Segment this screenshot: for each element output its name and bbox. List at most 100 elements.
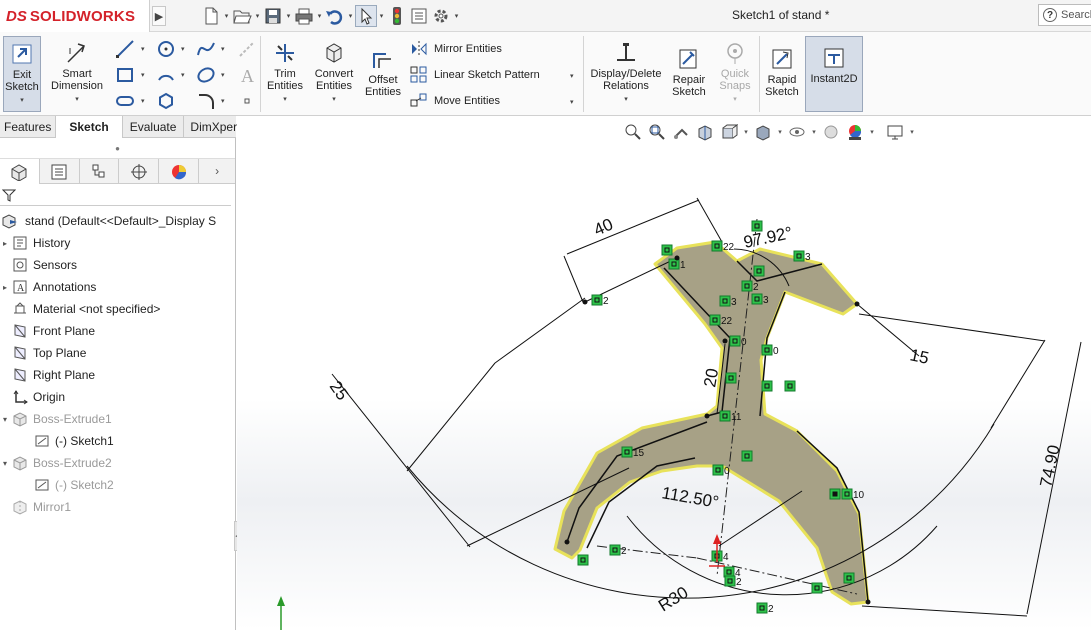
- sketch-point[interactable]: [582, 299, 588, 305]
- relation-marker[interactable]: [661, 244, 673, 256]
- relation-marker[interactable]: [741, 450, 753, 462]
- sketch-point[interactable]: [564, 539, 570, 545]
- expand-arrow-icon[interactable]: ▾: [0, 415, 10, 424]
- linear-sketch-pattern-button[interactable]: Linear Sketch Pattern: [410, 65, 540, 85]
- rapid-sketch-button[interactable]: Rapid Sketch: [762, 44, 802, 112]
- relation-marker[interactable]: [761, 380, 773, 392]
- relation-marker[interactable]: 11: [719, 410, 742, 423]
- expand-arrow-icon[interactable]: ▸: [0, 283, 10, 292]
- tree-item-material-not-specified[interactable]: Material <not specified>: [0, 298, 235, 320]
- sketch-point[interactable]: [704, 413, 710, 419]
- repair-sketch-button[interactable]: Repair Sketch: [668, 44, 710, 112]
- spline-dropdown-icon[interactable]: ▾: [221, 45, 225, 53]
- relation-marker[interactable]: [725, 372, 737, 384]
- tree-item-top-plane[interactable]: Top Plane: [0, 342, 235, 364]
- sketch-point[interactable]: [854, 301, 860, 307]
- dimension-97-92-degrees[interactable]: 97.92°: [742, 223, 794, 252]
- relation-marker[interactable]: [843, 572, 855, 584]
- tree-filter[interactable]: [0, 184, 231, 206]
- polygon-icon[interactable]: [153, 90, 179, 112]
- display-manager-tab-icon[interactable]: [159, 159, 200, 184]
- tree-item-front-plane[interactable]: Front Plane: [0, 320, 235, 342]
- quick-snaps-button[interactable]: Quick Snaps ▾: [714, 38, 756, 112]
- print-dropdown-icon[interactable]: ▾: [315, 12, 324, 20]
- relation-marker[interactable]: 2: [741, 280, 759, 293]
- offset-entities-button[interactable]: Offset Entities: [360, 44, 406, 112]
- circle-dropdown-icon[interactable]: ▾: [181, 45, 185, 53]
- filter-icon[interactable]: [2, 188, 16, 202]
- panel-tabs-next-icon[interactable]: ›: [199, 159, 235, 183]
- solidworks-logo[interactable]: DS SOLIDWORKS: [0, 0, 150, 32]
- save-icon[interactable]: [262, 5, 284, 27]
- smart-dimension-dropdown-icon[interactable]: ▾: [75, 94, 79, 106]
- tab-sketch[interactable]: Sketch: [56, 116, 123, 138]
- exit-sketch-button[interactable]: Exit Sketch ▾: [3, 36, 41, 112]
- tree-item-boss-extrude1[interactable]: ▾ Boss-Extrude1: [0, 408, 235, 430]
- quick-snaps-dropdown-icon[interactable]: ▾: [733, 94, 737, 106]
- tree-item-origin[interactable]: Origin: [0, 386, 235, 408]
- convert-dropdown-icon[interactable]: ▾: [332, 94, 336, 106]
- options-dropdown-icon[interactable]: ▾: [452, 12, 461, 20]
- help-icon[interactable]: ?: [1043, 8, 1057, 22]
- select-dropdown-icon[interactable]: ▾: [377, 12, 386, 20]
- relation-marker[interactable]: [577, 554, 589, 566]
- ellipse-dropdown-icon[interactable]: ▾: [221, 71, 225, 79]
- tree-item-history[interactable]: ▸ History: [0, 232, 235, 254]
- instant2d-button[interactable]: Instant2D: [805, 36, 863, 112]
- convert-entities-button[interactable]: Convert Entities ▾: [310, 36, 358, 112]
- relation-marker[interactable]: 2: [756, 602, 774, 615]
- tree-item-boss-extrude2[interactable]: ▾ Boss-Extrude2: [0, 452, 235, 474]
- slot-icon[interactable]: [112, 90, 138, 112]
- arc-dropdown-icon[interactable]: ▾: [181, 71, 185, 79]
- relation-marker[interactable]: 22: [711, 240, 735, 253]
- sketch-point[interactable]: [865, 599, 871, 605]
- tree-item-sensors[interactable]: Sensors: [0, 254, 235, 276]
- dimension-r30[interactable]: R30: [655, 583, 692, 616]
- undo-dropdown-icon[interactable]: ▾: [346, 12, 355, 20]
- smart-dimension-button[interactable]: Smart Dimension ▾: [46, 36, 108, 112]
- move-entities-button[interactable]: Move Entities: [410, 91, 500, 111]
- relation-marker[interactable]: 3: [793, 250, 811, 263]
- tree-item-right-plane[interactable]: Right Plane: [0, 364, 235, 386]
- fillet-dropdown-icon[interactable]: ▾: [221, 97, 225, 105]
- tree-item-annotations[interactable]: ▸ A Annotations: [0, 276, 235, 298]
- relation-marker[interactable]: 0: [761, 344, 779, 357]
- arc-icon[interactable]: [153, 64, 179, 86]
- fillet-icon[interactable]: [193, 90, 219, 112]
- rebuild-icon[interactable]: [386, 5, 408, 27]
- relation-marker[interactable]: [811, 582, 823, 594]
- relation-marker[interactable]: 22: [709, 314, 733, 327]
- tree-item-sketch1[interactable]: (-) Sketch1: [0, 430, 235, 452]
- graphics-area[interactable]: ▾ ▾ ▾ ▾ ▾ 12322323220011150111022442: [237, 116, 1091, 630]
- mirror-entities-button[interactable]: Mirror Entities: [410, 39, 502, 59]
- dimension-20[interactable]: 20: [700, 367, 722, 389]
- search-box[interactable]: ? Search: [1038, 4, 1091, 26]
- ellipse-icon[interactable]: [193, 64, 219, 86]
- new-dropdown-icon[interactable]: ▾: [222, 12, 231, 20]
- trim-dropdown-icon[interactable]: ▾: [283, 94, 287, 106]
- sketch-point[interactable]: [832, 491, 838, 497]
- options-icon[interactable]: [430, 5, 452, 27]
- expand-arrow-icon[interactable]: ▸: [0, 239, 10, 248]
- rectangle-dropdown-icon[interactable]: ▾: [141, 71, 145, 79]
- dimension-112-50-degrees[interactable]: 112.50°: [660, 483, 720, 512]
- relation-marker[interactable]: 10: [841, 488, 865, 501]
- linear-pattern-dropdown-icon[interactable]: ▾: [570, 72, 574, 80]
- dimxpert-manager-tab-icon[interactable]: [119, 159, 160, 184]
- display-delete-relations-button[interactable]: Display/Delete Relations ▾: [586, 38, 666, 112]
- line-dropdown-icon[interactable]: ▾: [141, 45, 145, 53]
- configuration-manager-tab-icon[interactable]: [80, 159, 120, 184]
- relation-marker[interactable]: 0: [729, 335, 747, 348]
- text-icon[interactable]: A: [234, 64, 260, 86]
- file-properties-icon[interactable]: [408, 5, 430, 27]
- dimension-74-90[interactable]: 74.90: [1036, 443, 1063, 489]
- open-dropdown-icon[interactable]: ▾: [253, 12, 262, 20]
- relation-marker[interactable]: 15: [621, 446, 645, 459]
- relation-marker[interactable]: 3: [751, 293, 769, 306]
- sketch-point[interactable]: [722, 338, 728, 344]
- property-manager-tab-icon[interactable]: [40, 159, 80, 184]
- circle-icon[interactable]: [153, 38, 179, 60]
- relation-marker[interactable]: 4: [711, 550, 729, 563]
- point-icon[interactable]: [234, 90, 260, 112]
- sketch-canvas[interactable]: 12322323220011150111022442 40 97.92° 15 …: [237, 116, 1091, 630]
